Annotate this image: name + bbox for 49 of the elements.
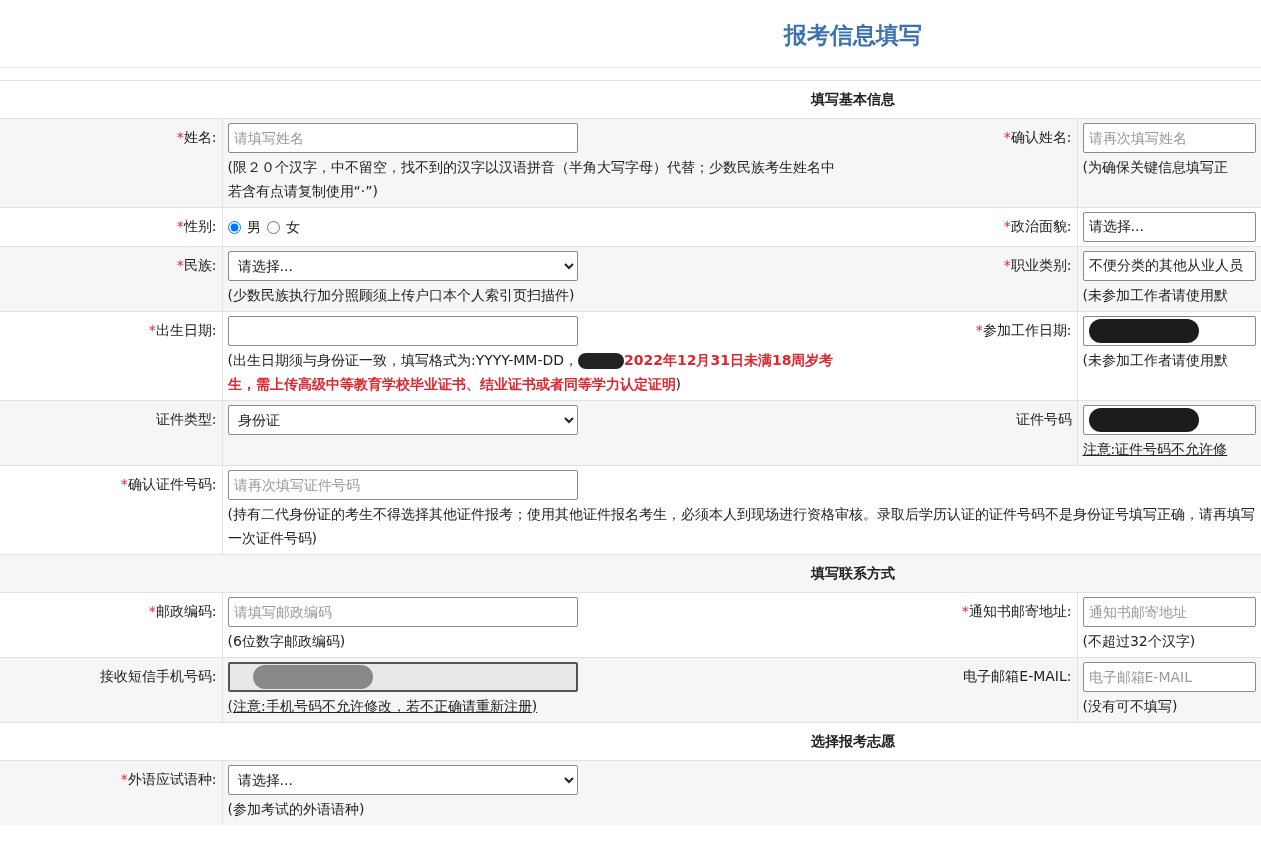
radio-button[interactable] <box>227 220 241 234</box>
field-hint: (注意:手机号码不允许修改，若不正确请重新注册) <box>227 696 539 716</box>
field-hint: (限２０个汉字，中不留空，找不到的汉字以汉语拼音（半角大写字母）代替；少数民族考生姓名中若含有点请复制使用“·”) <box>227 157 836 201</box>
field-label: *政治面貌: <box>1003 217 1072 234</box>
text-field[interactable]: 请填写邮政编码 <box>227 596 578 627</box>
field-hint: (少数民族执行加分照顾须上传户口本个人索引页扫描件) <box>227 285 576 305</box>
field-label: *确认证件号码: <box>120 475 217 492</box>
select-field[interactable]: 不便分类的其他从业人员 <box>1082 250 1256 281</box>
text-field[interactable]: 请再次填写证件号码 <box>227 469 578 500</box>
field-label: *民族: <box>176 256 217 273</box>
radio-label: 男 <box>246 217 261 237</box>
select-field[interactable]: 请选择... <box>227 250 578 281</box>
field-label: 电子邮箱E-MAIL: <box>963 667 1072 684</box>
radio-button[interactable] <box>266 220 280 234</box>
field-hint: (未参加工作者请使用默 <box>1082 285 1229 305</box>
field-label: 证件类型: <box>155 410 217 427</box>
field-hint: (没有可不填写) <box>1082 696 1179 716</box>
field-label: *职业类别: <box>1003 256 1072 273</box>
text-field[interactable]: 请再次填写姓名 <box>1082 122 1256 153</box>
field-hint: (持有二代身份证的考生不得选择其他证件报考；使用其他证件报名考生，必须本人到现场进行资格审核。录取后学历认证的证件号码不是身份证号填写正确，请再填写一次证件号码) <box>227 504 1256 548</box>
field-label: *性别: <box>176 217 217 234</box>
field-label: 接收短信手机号码: <box>99 667 217 684</box>
field-label: *外语应试语种: <box>120 770 217 787</box>
field-hint: (6位数字邮政编码) <box>227 631 347 651</box>
field-label: *通知书邮寄地址: <box>961 602 1072 619</box>
text-field[interactable] <box>227 315 578 346</box>
section-heading: 填写联系方式 <box>811 564 895 581</box>
field-hint: (出生日期须与身份证一致，填写格式为:YYYY-MM-DD， 2022年12月31日未满18周岁考生，需上传高级中等教育学校毕业证书、结业证书或者同等学力认定证明) <box>227 350 835 394</box>
field-hint: (未参加工作者请使用默 <box>1082 350 1229 370</box>
field-label: 证件号码 <box>1015 410 1072 427</box>
select-field[interactable]: 请选择... <box>1082 211 1256 242</box>
section-heading: 填写基本信息 <box>811 90 895 107</box>
section-heading: 选择报考志愿 <box>811 732 895 749</box>
field-hint: 注意:证件号码不允许修 <box>1082 439 1229 459</box>
page-title: 报考信息填写 <box>784 21 922 50</box>
select-field[interactable]: 身份证 <box>227 404 578 435</box>
radio-label: 女 <box>285 217 300 237</box>
field-label: *出生日期: <box>148 321 217 338</box>
field-hint: (为确保关键信息填写正 <box>1082 157 1229 177</box>
text-field[interactable]: 通知书邮寄地址 <box>1082 596 1256 627</box>
text-field[interactable]: 请填写姓名 <box>227 122 578 153</box>
field-hint: (不超过32个汉字) <box>1082 631 1197 651</box>
text-field[interactable]: 电子邮箱E-MAIL <box>1082 661 1256 692</box>
field-label: *姓名: <box>176 128 217 145</box>
select-field[interactable]: 请选择... <box>227 764 578 795</box>
field-label: *邮政编码: <box>148 602 217 619</box>
field-label: *参加工作日期: <box>975 321 1072 338</box>
field-label: *确认姓名: <box>1003 128 1072 145</box>
field-hint: (参加考试的外语语种) <box>227 799 366 819</box>
